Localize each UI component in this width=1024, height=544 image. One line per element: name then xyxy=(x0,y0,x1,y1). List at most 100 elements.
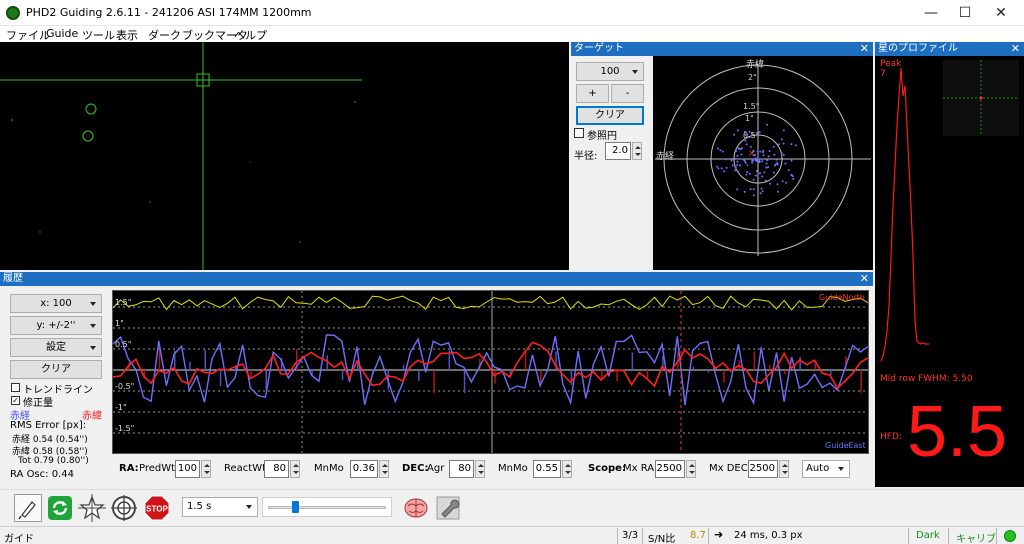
correction-bar xyxy=(601,370,603,379)
x-scale-select[interactable]: x: 100 xyxy=(10,294,102,313)
auto-select-star-button[interactable] xyxy=(78,494,106,522)
target-point xyxy=(780,138,783,141)
target-point xyxy=(784,162,787,165)
faint-star xyxy=(149,201,151,203)
ra-mnmo-spinner[interactable] xyxy=(379,460,389,478)
exposure-duration-select[interactable]: 1.5 s xyxy=(182,497,258,517)
radius-spinner[interactable] xyxy=(632,142,642,160)
guide-button[interactable] xyxy=(110,494,138,522)
menu-help[interactable]: ヘルプ xyxy=(234,27,267,43)
close-window-button[interactable]: ✕ xyxy=(978,0,1024,26)
snr-trace xyxy=(112,295,869,311)
target-point xyxy=(759,172,761,175)
snr-value: 8.7 xyxy=(690,530,706,541)
advanced-settings-button[interactable] xyxy=(402,494,430,522)
target-point xyxy=(772,171,775,174)
mxra-input[interactable]: 2500 xyxy=(655,460,685,478)
target-zoom-out-button[interactable]: - xyxy=(611,84,644,103)
correction-bar xyxy=(784,370,786,375)
target-point xyxy=(764,179,767,182)
target-length-value: 100 xyxy=(600,66,620,77)
mxdec-spinner[interactable] xyxy=(779,460,789,478)
reactwt-spinner[interactable] xyxy=(290,460,300,478)
predwt-input[interactable]: 100 xyxy=(175,460,200,478)
reactwt-input[interactable]: 80 xyxy=(264,460,289,478)
target-point xyxy=(734,169,737,172)
target-point xyxy=(761,190,764,193)
menu-file[interactable]: ファイル xyxy=(6,27,50,43)
target-length-select[interactable]: 100 xyxy=(576,62,644,81)
dark-lib-indicator: Dark xyxy=(916,530,940,541)
target-point xyxy=(725,166,728,169)
hfd-value: 5.5 xyxy=(907,392,1008,472)
menu-view[interactable]: 表示 xyxy=(116,27,138,43)
target-zoom-in-button[interactable]: + xyxy=(576,84,609,103)
ra-oscillation: RA Osc: 0.44 xyxy=(10,469,74,480)
dec-mnmo-spinner[interactable] xyxy=(562,460,572,478)
guide-step-info: 24 ms, 0.3 px xyxy=(734,530,803,541)
correction-bar xyxy=(418,370,420,381)
connection-status-icon xyxy=(1004,530,1016,542)
ra-mnmo-label: MnMo xyxy=(314,463,344,474)
correction-checkbox[interactable]: ✓ xyxy=(11,396,20,405)
target-panel: ターゲット ✕ 100 + - クリア 参照円 半径: 2.0 × 赤緯 赤経 … xyxy=(571,42,873,270)
radius-input[interactable]: 2.0 xyxy=(605,142,631,160)
y-label-1: 1" xyxy=(115,319,124,328)
predwt-spinner[interactable] xyxy=(201,460,211,478)
menu-darks[interactable]: ダーク xyxy=(148,27,181,43)
target-clear-button[interactable]: クリア xyxy=(576,106,644,125)
connect-equipment-button[interactable] xyxy=(14,494,42,522)
dec-mnmo-input[interactable]: 0.55 xyxy=(533,460,561,478)
correction-bar xyxy=(463,370,466,393)
history-controls: x: 100 y: +/-2'' 設定 クリア トレンドライン ✓ 修正量 赤経… xyxy=(0,286,110,487)
snr-label: S/N比 xyxy=(648,534,676,544)
mxdec-input[interactable]: 2500 xyxy=(748,460,778,478)
correction-bar xyxy=(616,370,618,382)
target-point xyxy=(754,174,757,177)
trendline-checkbox[interactable] xyxy=(11,383,20,392)
loop-icon xyxy=(48,496,72,520)
gamma-slider[interactable] xyxy=(262,497,392,517)
status-separator xyxy=(642,528,643,544)
frame-counter: 3/3 xyxy=(622,530,639,541)
ra-mnmo-input[interactable]: 0.36 xyxy=(350,460,378,478)
history-clear-button[interactable]: クリア xyxy=(10,360,102,379)
target-point xyxy=(736,164,739,166)
target-close-icon[interactable]: ✕ xyxy=(860,42,869,56)
profile-close-icon[interactable]: ✕ xyxy=(1011,42,1020,56)
target-point xyxy=(749,145,752,148)
guide-direction-arrow-icon: ➜ xyxy=(714,528,724,541)
stop-button[interactable]: STOP xyxy=(143,494,171,522)
rms-title: RMS Error [px]: xyxy=(10,420,87,431)
guide-history-graph[interactable]: 1.5" 1" 0.5" -0.5" -1" -1.5" GuideNorth … xyxy=(112,290,869,454)
target-point xyxy=(763,171,766,174)
loop-exposures-button[interactable] xyxy=(46,494,74,522)
equipment-tools-button[interactable] xyxy=(434,494,462,522)
target-point xyxy=(717,147,719,150)
gamma-slider-thumb[interactable] xyxy=(292,501,299,513)
target-point xyxy=(795,144,797,147)
target-point xyxy=(765,166,768,169)
history-settings-button[interactable]: 設定 xyxy=(10,338,102,357)
menu-guide[interactable]: Guide xyxy=(46,27,78,40)
dec-agr-input[interactable]: 80 xyxy=(449,460,474,478)
mxra-spinner[interactable] xyxy=(686,460,696,478)
predwt-label: PredWt xyxy=(139,463,176,474)
scope-params-label: Scope: xyxy=(588,463,626,474)
dec-agr-spinner[interactable] xyxy=(475,460,485,478)
target-point xyxy=(716,165,719,168)
target-point xyxy=(768,150,771,153)
target-point xyxy=(756,150,759,153)
menu-tools[interactable]: ツール xyxy=(82,27,115,43)
dec-guide-mode-select[interactable]: Auto xyxy=(802,460,850,478)
wrench-icon xyxy=(436,496,460,520)
target-point xyxy=(757,126,760,129)
ref-circle-checkbox[interactable] xyxy=(574,128,584,138)
target-point xyxy=(735,150,738,153)
x-scale-value: x: 100 xyxy=(40,298,72,309)
camera-view[interactable] xyxy=(0,42,569,270)
target-point xyxy=(766,123,769,126)
history-close-icon[interactable]: ✕ xyxy=(860,272,869,286)
y-scale-select[interactable]: y: +/-2'' xyxy=(10,316,102,335)
correction-bar xyxy=(814,363,817,371)
